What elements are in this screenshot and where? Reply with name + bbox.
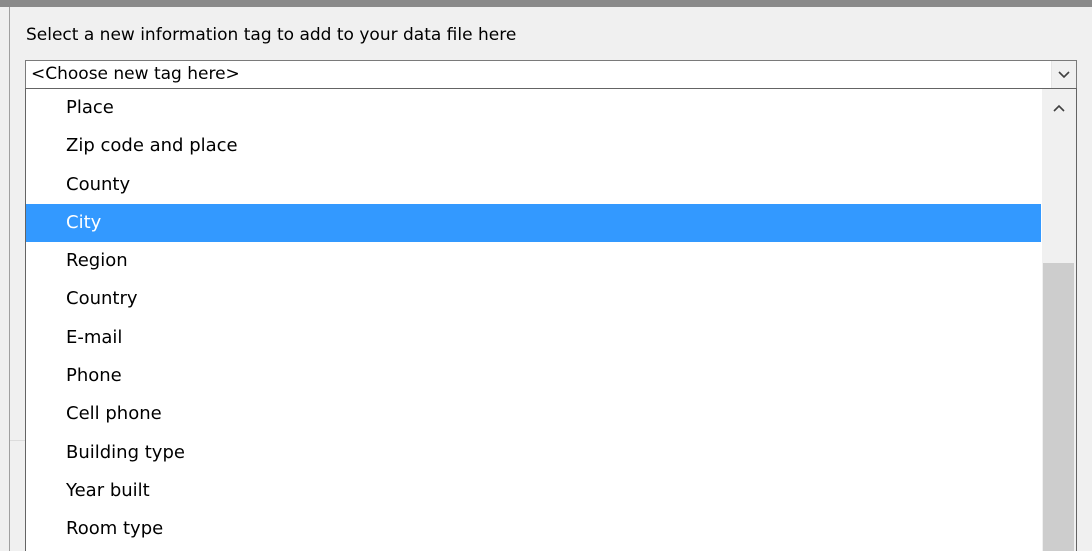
dropdown-option[interactable]: Year built xyxy=(26,472,1041,510)
chevron-down-icon xyxy=(1058,70,1070,78)
window-frame-border xyxy=(9,7,10,551)
dropdown-option[interactable]: E-mail xyxy=(26,319,1041,357)
scroll-up-button[interactable] xyxy=(1042,89,1076,127)
dropdown-option[interactable]: City xyxy=(26,203,1041,243)
dropdown-option[interactable]: Country xyxy=(26,280,1041,318)
tag-options: Place Zip code and place County City Region C… xyxy=(26,89,1041,549)
window-frame-top xyxy=(0,0,1092,7)
tag-select-dropdown-button[interactable] xyxy=(1051,61,1076,88)
dropdown-option[interactable]: Cell phone xyxy=(26,395,1041,433)
tag-dropdown-list[interactable]: Place Zip code and place County City Region C… xyxy=(25,88,1077,551)
dropdown-option[interactable]: Room type xyxy=(26,510,1041,548)
dropdown-option[interactable]: Building type xyxy=(26,434,1041,472)
scroll-thumb[interactable] xyxy=(1043,263,1074,551)
divider xyxy=(10,440,25,441)
dropdown-option[interactable]: Zip code and place xyxy=(26,127,1041,165)
dropdown-option[interactable]: County xyxy=(26,166,1041,204)
tag-select[interactable]: <Choose new tag here> xyxy=(25,60,1077,89)
dropdown-scrollbar[interactable] xyxy=(1042,89,1076,551)
tag-prompt-label: Select a new information tag to add to y… xyxy=(26,25,517,45)
dropdown-option[interactable]: Region xyxy=(26,242,1041,280)
dropdown-option[interactable]: Place xyxy=(26,89,1041,127)
dropdown-option[interactable]: Phone xyxy=(26,357,1041,395)
tag-select-value: <Choose new tag here> xyxy=(31,64,240,84)
chevron-up-icon xyxy=(1053,104,1065,112)
